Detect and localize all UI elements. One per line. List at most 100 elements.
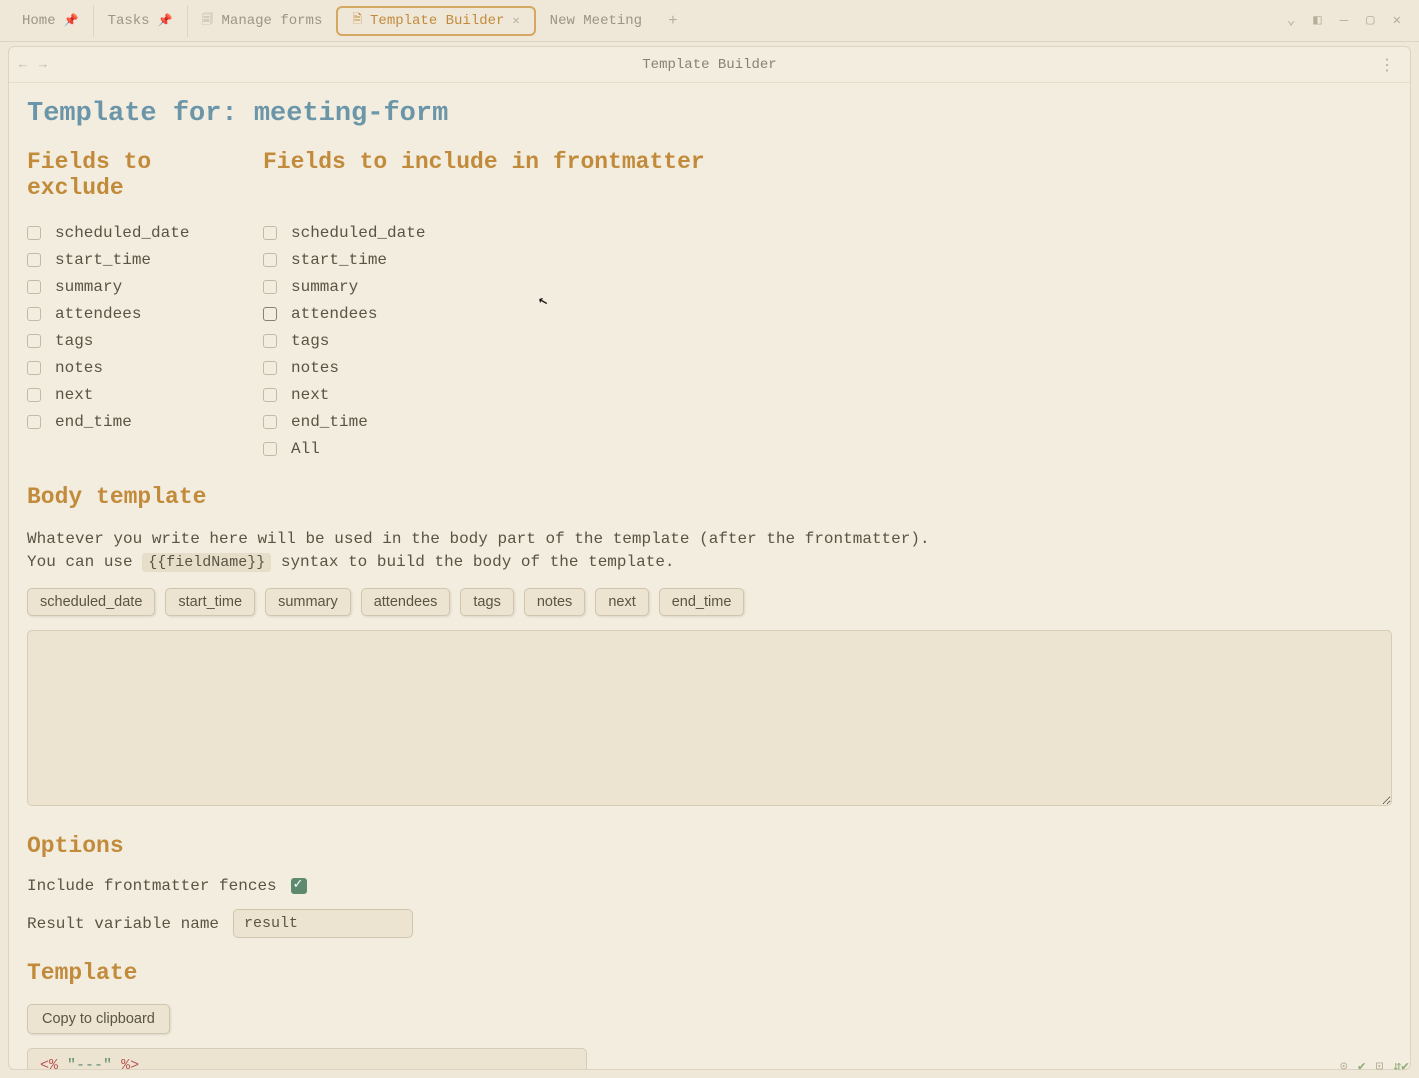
exclude-checkbox-end_time[interactable]	[27, 415, 41, 429]
field-label: next	[55, 386, 93, 404]
include-heading: Fields to include in frontmatter	[263, 149, 705, 201]
body-heading: Body template	[27, 484, 1392, 510]
chevron-down-icon[interactable]: ⌄	[1287, 12, 1295, 29]
field-pill-summary[interactable]: summary	[265, 588, 351, 616]
exclude-heading: Fields to exclude	[27, 149, 251, 201]
field-pill-next[interactable]: next	[595, 588, 648, 616]
exclude-field-row: tags	[27, 327, 251, 354]
main-content: Template for: meeting-form Fields to exc…	[9, 83, 1410, 1069]
field-pill-scheduled_date[interactable]: scheduled_date	[27, 588, 155, 616]
minimize-icon[interactable]: —	[1340, 13, 1348, 29]
exclude-checkbox-notes[interactable]	[27, 361, 41, 375]
page-title: Template for: meeting-form	[27, 99, 1392, 129]
option-include-fences: Include frontmatter fences	[27, 877, 1392, 895]
nav-arrows: ← →	[19, 57, 47, 72]
exclude-field-row: end_time	[27, 408, 251, 435]
tab-label: Home	[22, 13, 56, 29]
include-field-row: summary	[263, 273, 425, 300]
close-icon[interactable]: ✕	[512, 13, 519, 28]
tab-template-builder[interactable]: 🗎 Template Builder ✕	[336, 6, 535, 36]
exclude-checkbox-tags[interactable]	[27, 334, 41, 348]
exclude-checkbox-attendees[interactable]	[27, 307, 41, 321]
field-label: summary	[291, 278, 358, 296]
status-icon-1[interactable]: ⊙	[1340, 1059, 1348, 1074]
nav-back-icon[interactable]: ←	[19, 57, 27, 72]
field-label: scheduled_date	[291, 224, 425, 242]
include-checkbox-scheduled_date[interactable]	[263, 226, 277, 240]
include-field-row: end_time	[263, 408, 425, 435]
exclude-field-row: scheduled_date	[27, 219, 251, 246]
body-template-textarea[interactable]	[27, 630, 1392, 806]
field-pill-tags[interactable]: tags	[460, 588, 513, 616]
status-bar: ⊙ ✔ ⊡ ⇵✔	[1340, 1054, 1409, 1078]
exclude-column: scheduled_datestart_timesummary attendees…	[27, 219, 251, 462]
include-checkbox-next[interactable]	[263, 388, 277, 402]
pin-icon: 📌	[158, 13, 173, 28]
field-label: tags	[291, 332, 329, 350]
result-var-input[interactable]	[233, 909, 413, 938]
close-window-icon[interactable]: ✕	[1393, 12, 1401, 29]
status-icon-3[interactable]: ⊡	[1376, 1059, 1384, 1074]
field-pill-start_time[interactable]: start_time	[165, 588, 255, 616]
field-label: tags	[55, 332, 93, 350]
include-field-row: notes	[263, 354, 425, 381]
field-pill-notes[interactable]: notes	[524, 588, 585, 616]
tab-home[interactable]: Home 📌	[8, 5, 94, 37]
code-chip: {{fieldName}}	[142, 553, 271, 572]
include-checkbox-notes[interactable]	[263, 361, 277, 375]
field-label: attendees	[291, 305, 377, 323]
field-pill-attendees[interactable]: attendees	[361, 588, 451, 616]
window-controls: ⌄ ◧ — ▢ ✕	[1287, 12, 1411, 29]
field-label: next	[291, 386, 329, 404]
status-icon-sync[interactable]: ⇵✔	[1393, 1059, 1409, 1074]
tab-label: Manage forms	[222, 13, 323, 29]
options-heading: Options	[27, 833, 1392, 859]
tab-new-meeting[interactable]: New Meeting	[536, 5, 656, 37]
document-icon: 🗐	[202, 10, 214, 31]
new-tab-button[interactable]: +	[656, 12, 690, 30]
pin-icon: 📌	[64, 13, 79, 28]
include-field-row: tags	[263, 327, 425, 354]
copy-to-clipboard-button[interactable]: Copy to clipboard	[27, 1004, 170, 1034]
document-icon: 🗎	[352, 10, 362, 31]
field-label: summary	[55, 278, 122, 296]
include-fences-checkbox[interactable]	[291, 878, 307, 894]
tab-label: New Meeting	[550, 13, 642, 29]
status-icon-check[interactable]: ✔	[1358, 1059, 1366, 1074]
exclude-checkbox-summary[interactable]	[27, 280, 41, 294]
exclude-checkbox-scheduled_date[interactable]	[27, 226, 41, 240]
template-heading: Template	[27, 960, 1392, 986]
template-code-block: <% "---" %>	[27, 1048, 587, 1069]
body-description: Whatever you write here will be used in …	[27, 528, 1392, 574]
exclude-field-row: start_time	[27, 246, 251, 273]
include-field-row: start_time	[263, 246, 425, 273]
titlebar: Home 📌 Tasks 📌 🗐 Manage forms 🗎 Template…	[0, 0, 1419, 42]
nav-forward-icon[interactable]: →	[39, 57, 47, 72]
include-checkbox-tags[interactable]	[263, 334, 277, 348]
content-frame: ← → Template Builder ⋮ Template for: mee…	[8, 46, 1411, 1070]
field-pill-end_time[interactable]: end_time	[659, 588, 745, 616]
exclude-field-row: notes	[27, 354, 251, 381]
field-label: notes	[55, 359, 103, 377]
more-icon[interactable]: ⋮	[1379, 55, 1396, 75]
exclude-checkbox-start_time[interactable]	[27, 253, 41, 267]
sidebar-toggle-icon[interactable]: ◧	[1313, 12, 1321, 29]
field-pill-row: scheduled_date start_time summary attendees…	[27, 588, 1392, 616]
field-label: start_time	[291, 251, 387, 269]
tab-manage-forms[interactable]: 🗐 Manage forms	[188, 5, 337, 37]
maximize-icon[interactable]: ▢	[1366, 12, 1374, 29]
content-title: Template Builder	[642, 57, 776, 73]
exclude-field-row: next	[27, 381, 251, 408]
include-field-row-all: All	[263, 435, 425, 462]
tab-tasks[interactable]: Tasks 📌	[94, 5, 188, 37]
include-field-row: attendees	[263, 300, 425, 327]
exclude-checkbox-next[interactable]	[27, 388, 41, 402]
include-checkbox-start_time[interactable]	[263, 253, 277, 267]
include-checkbox-end_time[interactable]	[263, 415, 277, 429]
include-checkbox-summary[interactable]	[263, 280, 277, 294]
field-label: All	[291, 440, 320, 458]
include-field-row: next	[263, 381, 425, 408]
include-checkbox-attendees[interactable]	[263, 307, 277, 321]
field-label: attendees	[55, 305, 141, 323]
include-checkbox-all[interactable]	[263, 442, 277, 456]
